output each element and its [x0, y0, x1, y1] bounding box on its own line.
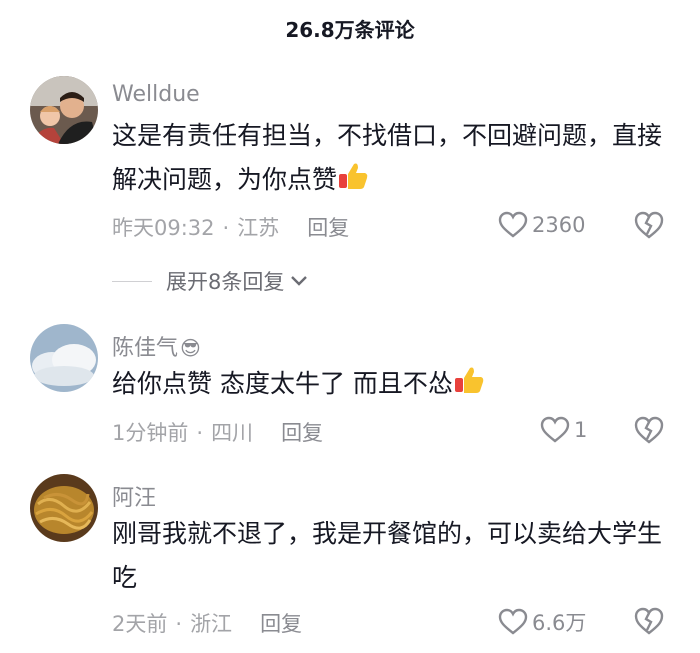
- comment-text-content: 这是有责任有担当，不找借口，不回避问题，直接解决问题，为你点赞: [112, 121, 663, 194]
- comment-username[interactable]: 陈佳气 😎: [112, 330, 201, 362]
- comment-text: 这是有责任有担当，不找借口，不回避问题，直接解决问题，为你点赞: [112, 114, 672, 202]
- avatar[interactable]: [30, 474, 98, 542]
- comment-username[interactable]: Welldue: [112, 82, 200, 107]
- comment-text: 给你点赞 态度太牛了 而且不怂: [112, 362, 672, 406]
- like-count: 1: [574, 418, 588, 442]
- comment-time: 昨天09:32: [112, 216, 215, 240]
- divider-line: [112, 280, 152, 282]
- comment-meta: 1分钟前 · 四川 回复: [112, 417, 323, 447]
- reply-button[interactable]: 回复: [307, 216, 349, 240]
- broken-heart-icon: [634, 607, 664, 635]
- expand-replies-label: 展开8条回复: [166, 270, 285, 294]
- separator: ·: [175, 612, 183, 636]
- thumbs-up-emoji-icon: [339, 163, 368, 189]
- sunglasses-emoji: 😎: [180, 336, 201, 360]
- comment-meta: 昨天09:32 · 江苏 回复: [112, 212, 349, 242]
- dislike-button[interactable]: [633, 210, 665, 240]
- broken-heart-icon: [634, 211, 664, 239]
- dislike-button[interactable]: [633, 606, 665, 636]
- comment-text: 刚哥我就不退了，我是开餐馆的，可以卖给大学生吃: [112, 519, 663, 592]
- avatar-photo: [30, 474, 98, 542]
- avatar[interactable]: [30, 324, 98, 392]
- heart-icon: [498, 211, 528, 238]
- separator: ·: [222, 216, 230, 240]
- comment-username-text: 陈佳气: [112, 336, 179, 361]
- expand-replies-button[interactable]: 展开8条回复: [112, 266, 308, 296]
- like-button[interactable]: 6.6万: [498, 607, 586, 637]
- reply-button[interactable]: 回复: [281, 421, 323, 445]
- comment-location: 江苏: [237, 216, 280, 240]
- thumbs-up-emoji-icon: [454, 367, 484, 393]
- comment-text-content: 给你点赞 态度太牛了 而且不怂: [112, 369, 453, 398]
- avatar[interactable]: [30, 76, 98, 144]
- comment-time: 1分钟前: [112, 421, 189, 445]
- avatar-photo: [30, 324, 98, 392]
- chevron-down-icon: [291, 276, 308, 286]
- comment-location: 浙江: [190, 612, 233, 636]
- broken-heart-icon: [634, 416, 664, 444]
- separator: ·: [196, 421, 204, 445]
- reply-button[interactable]: 回复: [260, 612, 302, 636]
- avatar-photo: [30, 76, 98, 144]
- comment-time: 2天前: [112, 612, 168, 636]
- like-count: 2360: [532, 213, 586, 237]
- like-count: 6.6万: [532, 611, 587, 635]
- comment-meta: 2天前 · 浙江 回复: [112, 608, 302, 638]
- like-button[interactable]: 1: [540, 416, 587, 444]
- like-button[interactable]: 2360: [498, 211, 585, 239]
- comment-count-title: 26.8万条评论: [285, 18, 415, 42]
- heart-icon: [498, 608, 528, 635]
- comment-location: 四川: [211, 421, 254, 445]
- dislike-button[interactable]: [633, 415, 665, 445]
- comment-username[interactable]: 阿汪: [112, 480, 156, 512]
- heart-icon: [540, 416, 570, 443]
